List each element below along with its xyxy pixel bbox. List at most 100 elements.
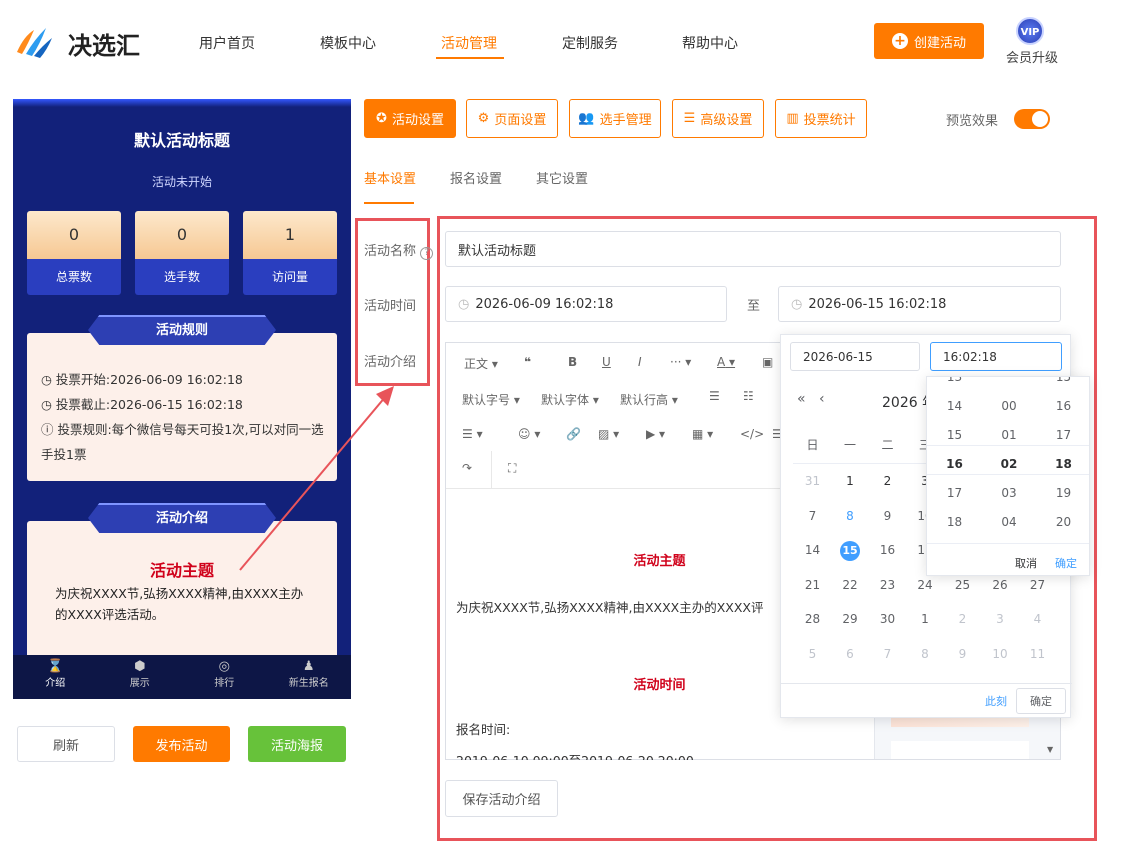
calendar-day[interactable]: 6 (832, 637, 869, 671)
font-family-select[interactable]: 默认字体 ▾ (541, 391, 599, 408)
calendar-day[interactable]: 15 (832, 533, 869, 567)
minute-option[interactable]: 01 (982, 421, 1036, 450)
calendar-day[interactable]: 9 (944, 637, 981, 671)
preview-toggle-switch[interactable] (1014, 109, 1050, 129)
calendar-day[interactable]: 4 (1019, 602, 1056, 636)
calendar-day[interactable]: 2 (869, 464, 906, 498)
calendar-day[interactable]: 11 (1019, 637, 1056, 671)
calendar-day[interactable]: 14 (794, 533, 831, 567)
calendar-day[interactable]: 3 (982, 602, 1019, 636)
hour-option[interactable]: 14 (927, 392, 982, 421)
calendar-day[interactable]: 8 (907, 637, 944, 671)
second-option[interactable]: 16 (1036, 392, 1089, 421)
tab-advanced-settings[interactable]: ☰ 高级设置 (672, 99, 764, 138)
second-option[interactable]: 20 (1036, 508, 1089, 537)
picker-date-input[interactable]: 2026-06-15 (790, 342, 920, 371)
minutes-column[interactable]: 00 01 02 03 04 (982, 392, 1036, 537)
calendar-day[interactable]: 1 (907, 602, 944, 636)
calendar-day[interactable]: 28 (794, 602, 831, 636)
tab-page-settings[interactable]: ⚙ 页面设置 (466, 99, 558, 138)
font-size-select[interactable]: 默认字号 ▾ (462, 391, 520, 408)
activity-name-input[interactable]: 默认活动标题 (445, 231, 1061, 267)
picker-confirm-button[interactable]: 确定 (1016, 688, 1066, 714)
calendar-day[interactable]: 22 (832, 568, 869, 602)
more-icon[interactable]: ··· ▾ (670, 355, 691, 369)
template-thumbnail-2[interactable] (891, 741, 1029, 759)
calendar-day[interactable]: 1 (832, 464, 869, 498)
bottom-nav-intro[interactable]: ⌛ 介绍 (13, 655, 98, 699)
nav-templates[interactable]: 模板中心 (320, 33, 376, 53)
calendar-day[interactable]: 30 (869, 602, 906, 636)
font-color-icon[interactable]: A ▾ (717, 355, 735, 369)
calendar-day[interactable]: 8 (832, 499, 869, 533)
calendar-day[interactable]: 23 (869, 568, 906, 602)
calendar-day[interactable]: 21 (794, 568, 831, 602)
minute-option[interactable]: 00 (982, 392, 1036, 421)
minute-option[interactable]: 02 (982, 450, 1036, 479)
nav-activity[interactable]: 活动管理 (441, 33, 497, 53)
italic-icon[interactable]: I (638, 355, 642, 369)
prev-month-icon[interactable]: ‹ (819, 391, 825, 407)
hour-option[interactable]: 17 (927, 479, 982, 508)
second-option[interactable]: 17 (1036, 421, 1089, 450)
calendar-day[interactable]: 16 (869, 533, 906, 567)
second-option[interactable]: 18 (1036, 450, 1089, 479)
calendar-day[interactable]: 7 (869, 637, 906, 671)
image-icon[interactable]: ▨ ▾ (598, 427, 619, 441)
calendar-day[interactable]: 10 (982, 637, 1019, 671)
refresh-button[interactable]: 刷新 (17, 726, 115, 762)
vip-upgrade-label[interactable]: 会员升级 (1006, 47, 1058, 66)
link-icon[interactable]: 🔗 (566, 427, 581, 441)
tab-vote-stats[interactable]: ▥ 投票统计 (775, 99, 867, 138)
start-time-input[interactable]: ◷ 2026-06-09 16:02:18 (445, 286, 727, 322)
calendar-day[interactable]: 5 (794, 637, 831, 671)
picker-time-input[interactable]: 16:02:18 (930, 342, 1062, 371)
calendar-day[interactable]: 31 (794, 464, 831, 498)
time-ok-button[interactable]: 确定 (1055, 555, 1077, 571)
paragraph-style-select[interactable]: 正文 ▾ (464, 355, 498, 372)
time-cancel-button[interactable]: 取消 (1015, 555, 1037, 571)
minute-option[interactable]: 04 (982, 508, 1036, 537)
poster-button[interactable]: 活动海报 (248, 726, 346, 762)
table-icon[interactable]: ▦ ▾ (692, 427, 713, 441)
nav-custom[interactable]: 定制服务 (562, 33, 618, 53)
calendar-day[interactable]: 2 (944, 602, 981, 636)
hours-column[interactable]: 13 14 15 16 17 18 (927, 377, 982, 537)
video-icon[interactable]: ▶ ▾ (646, 427, 665, 441)
emoji-icon[interactable]: ☺ ▾ (518, 427, 540, 441)
bold-icon[interactable]: B (568, 355, 577, 369)
create-activity-button[interactable]: + 创建活动 (874, 23, 984, 59)
numbered-list-icon[interactable]: ☷ (743, 389, 754, 403)
hour-option[interactable]: 18 (927, 508, 982, 537)
calendar-day[interactable]: 29 (832, 602, 869, 636)
indent-icon[interactable]: ☰ ▾ (462, 427, 483, 441)
minute-option[interactable]: 03 (982, 479, 1036, 508)
second-option[interactable]: 19 (1036, 479, 1089, 508)
hour-option[interactable]: 13 (927, 377, 982, 392)
subtab-other[interactable]: 其它设置 (536, 168, 588, 187)
line-height-select[interactable]: 默认行高 ▾ (620, 391, 678, 408)
save-intro-button[interactable]: 保存活动介绍 (445, 780, 558, 817)
help-icon[interactable]: ? (420, 247, 434, 260)
scroll-down-icon[interactable]: ▼ (1047, 745, 1053, 754)
now-link[interactable]: 此刻 (985, 693, 1007, 709)
second-option[interactable]: 15 (1036, 377, 1089, 392)
bottom-nav-rank[interactable]: ◎ 排行 (182, 655, 267, 699)
nav-home[interactable]: 用户首页 (199, 33, 255, 53)
quote-icon[interactable]: ❝ (524, 355, 531, 369)
tab-activity-settings[interactable]: ✪ 活动设置 (364, 99, 456, 138)
nav-help[interactable]: 帮助中心 (682, 33, 738, 53)
bottom-nav-show[interactable]: ⬢ 展示 (98, 655, 183, 699)
prev-year-icon[interactable]: « (797, 391, 806, 407)
hour-option[interactable]: 16 (927, 450, 982, 479)
tab-player-management[interactable]: 👥 选手管理 (569, 99, 661, 138)
calendar-day[interactable]: 7 (794, 499, 831, 533)
publish-button[interactable]: 发布活动 (133, 726, 230, 762)
code-icon[interactable]: </> (740, 427, 764, 441)
underline-icon[interactable]: U (602, 355, 611, 369)
subtab-basic[interactable]: 基本设置 (364, 168, 416, 187)
end-time-input[interactable]: ◷ 2026-06-15 16:02:18 (778, 286, 1061, 322)
bullet-list-icon[interactable]: ☰ (709, 389, 720, 403)
seconds-column[interactable]: 15 16 17 18 19 20 (1036, 377, 1089, 537)
calendar-day[interactable]: 9 (869, 499, 906, 533)
